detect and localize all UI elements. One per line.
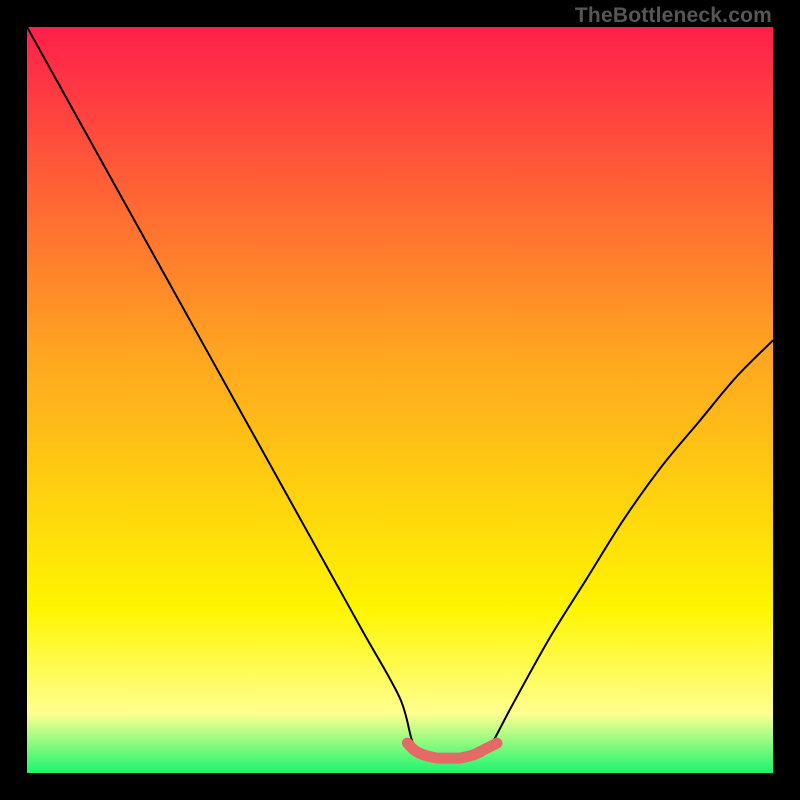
watermark-text: TheBottleneck.com (575, 4, 772, 28)
chart-plot (27, 27, 773, 773)
chart-frame (27, 27, 773, 773)
chart-background (27, 27, 773, 773)
